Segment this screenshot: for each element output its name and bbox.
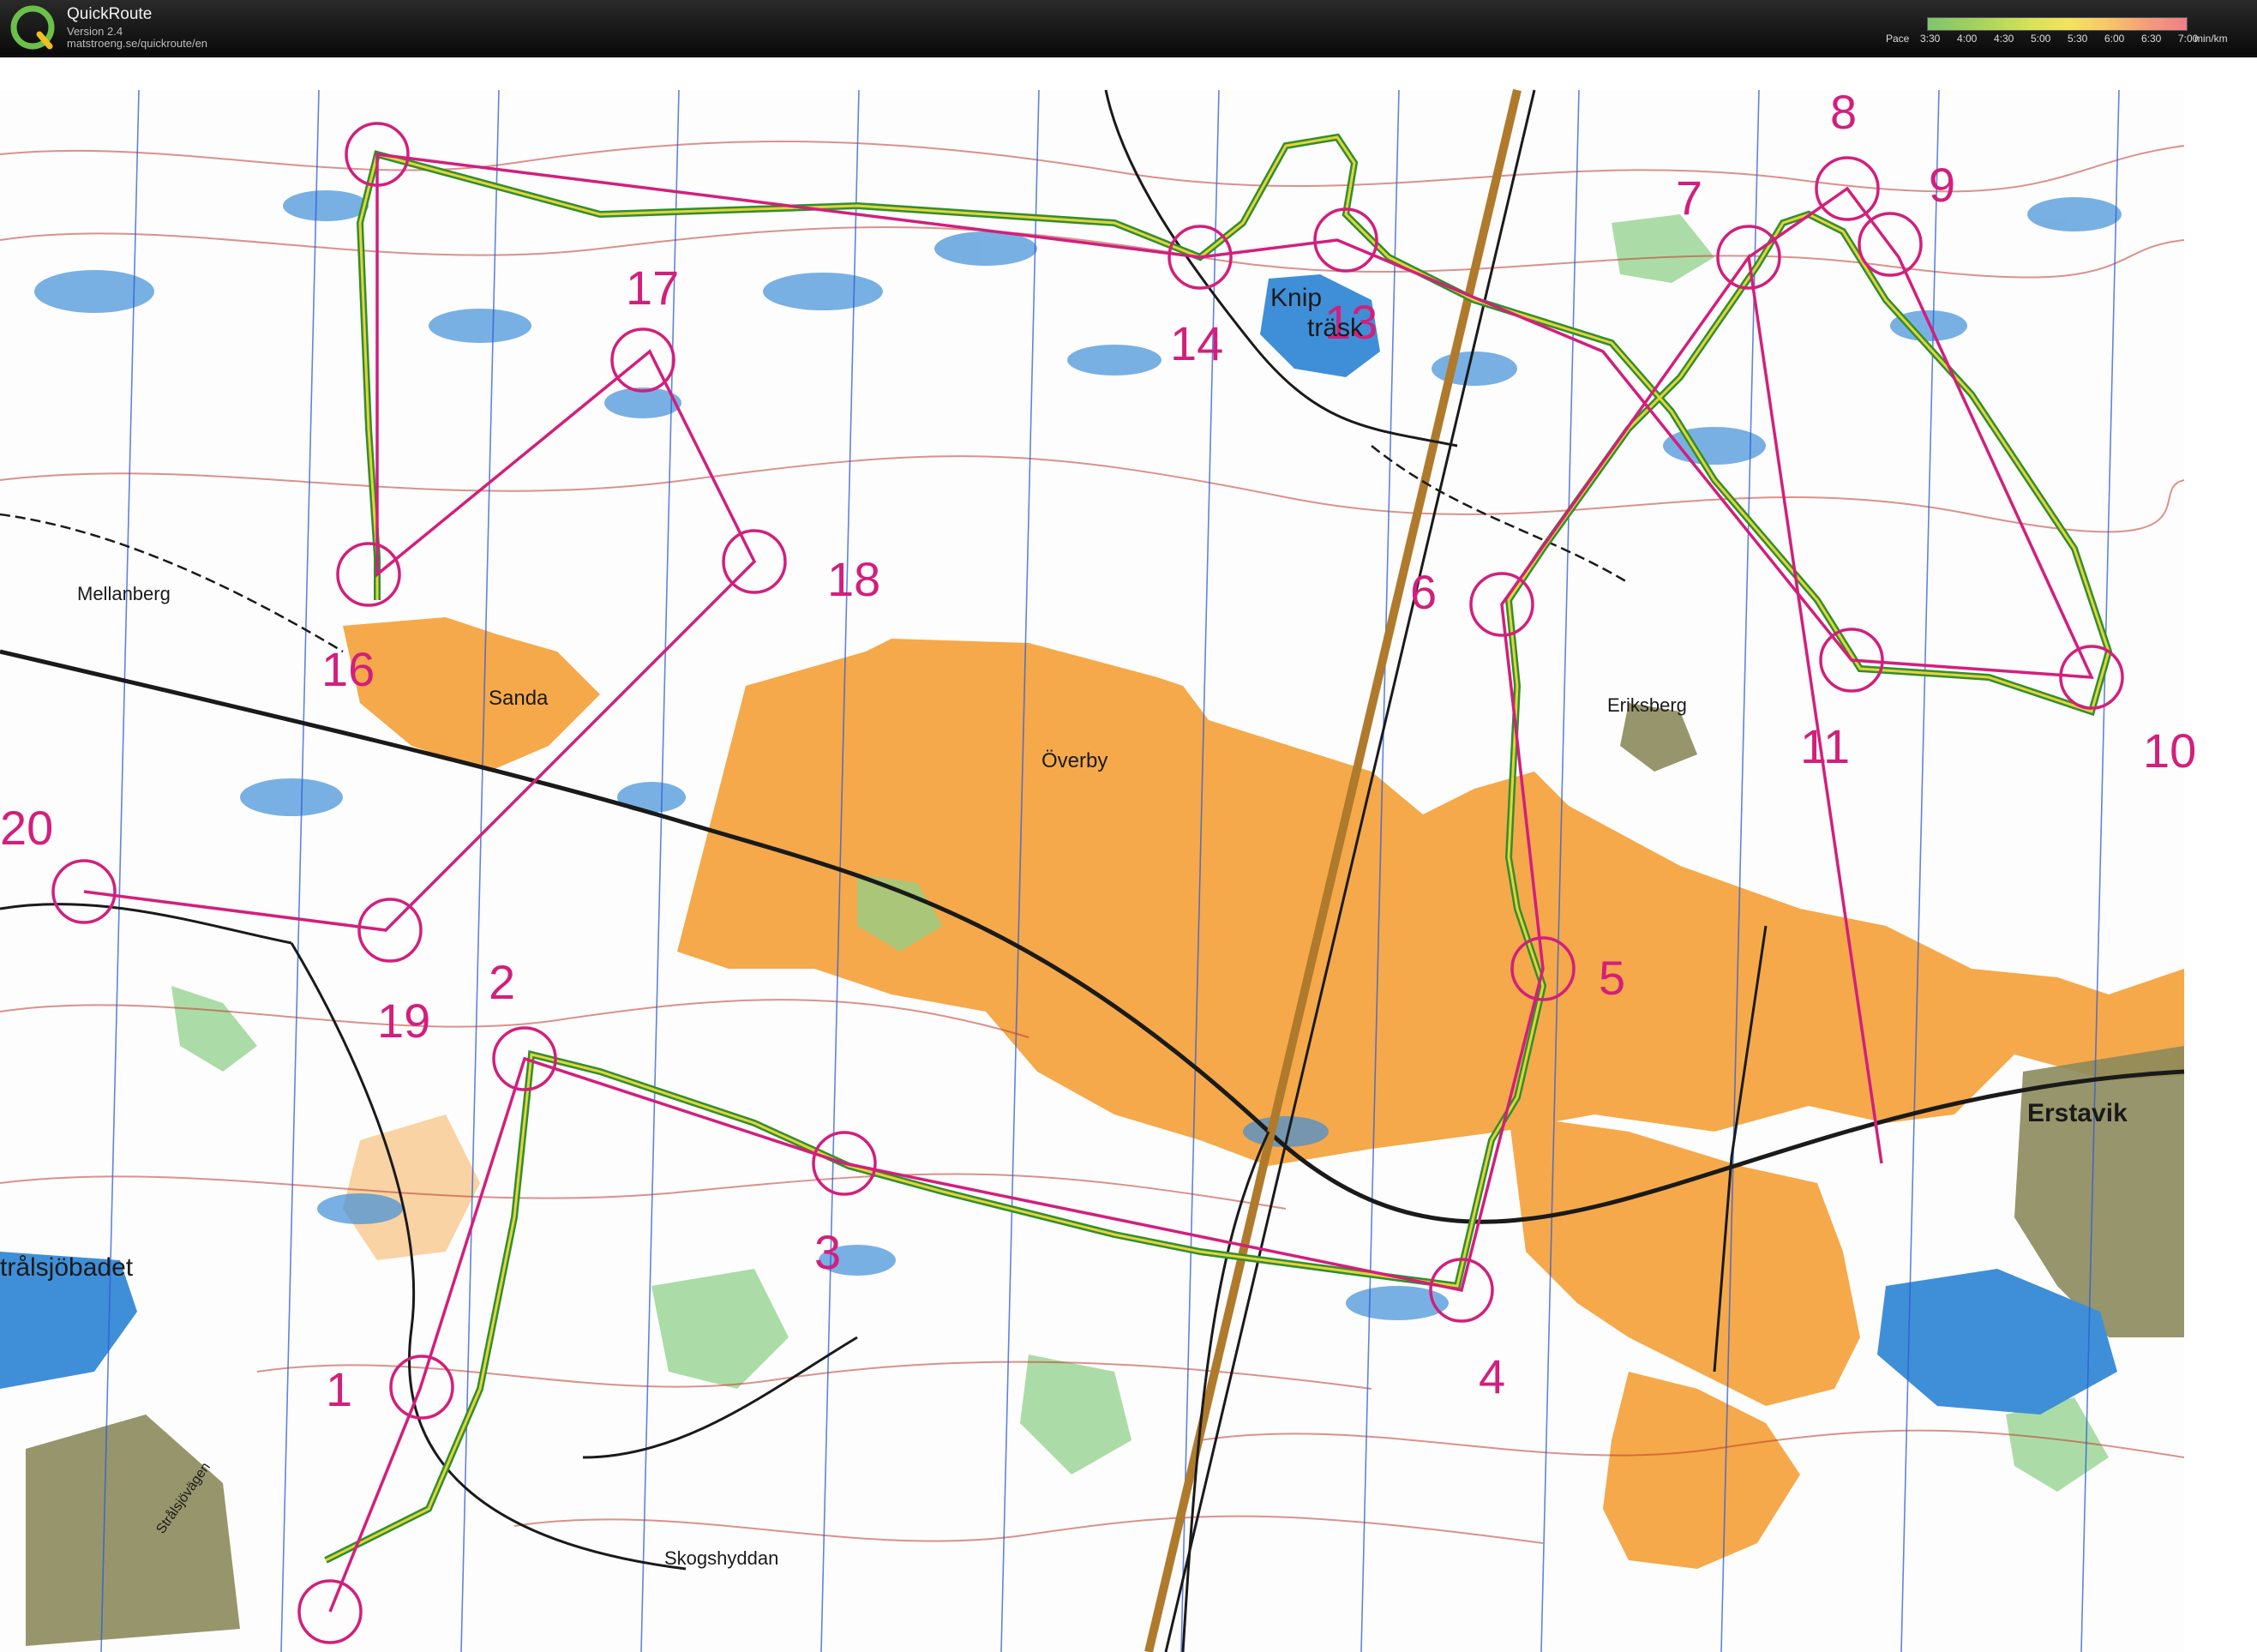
place-erstavik: Erstavik [2027,1099,2128,1127]
pace-tick: 3:30 [1920,33,1941,45]
place-skogshyddan: Skogshyddan [664,1547,778,1569]
pace-tick: 6:00 [2104,33,2125,45]
place-eriksberg: Eriksberg [1607,694,1687,716]
control-number: 11 [1800,719,1850,773]
control-number: 4 [1479,1349,1505,1403]
app-version: Version 2.4 [67,25,123,38]
app-title: QuickRoute [67,5,153,23]
place-sanda: Sanda [489,687,549,710]
orienteering-map[interactable]: 1 2 3 4 5 6 7 8 9 10 11 13 14 16 17 18 1… [0,57,2257,1652]
control-number: 1 [326,1362,352,1416]
pace-tick: 4:00 [1957,33,1978,45]
pace-color-bar [1927,17,2188,31]
pace-tick: 6:30 [2141,33,2162,45]
place-knip: Knip [1270,284,1322,312]
pace-unit: min/km [2194,33,2228,45]
quickroute-logo-icon [10,5,55,50]
place-mellanberg: Mellanberg [77,583,171,604]
control-number: 18 [827,552,880,606]
app-url[interactable]: matstroeng.se/quickroute/en [67,37,207,50]
control-number: 14 [1170,316,1223,370]
control-number: 9 [1929,158,1955,212]
control-number: 8 [1830,85,1857,139]
pace-legend: Pace 3:30 4:00 4:30 5:00 5:30 6:00 6:30 … [1886,15,2254,50]
place-overby: Överby [1041,749,1107,772]
control-number: 20 [0,801,53,855]
pace-tick: 5:00 [2031,33,2051,45]
title-bar: QuickRoute Version 2.4 matstroeng.se/qui… [0,0,2257,57]
place-trask: träsk [1307,314,1364,342]
place-stralsjobadet: trålsjöbadet [0,1253,134,1282]
control-number: 16 [321,642,375,696]
control-number: 2 [489,955,515,1009]
control-number: 10 [2143,724,2196,778]
pace-tick: 5:30 [2068,33,2088,45]
control-number: 17 [626,261,679,315]
control-number: 3 [814,1225,841,1279]
control-number: 6 [1410,565,1437,619]
pace-label: Pace [1886,33,1910,45]
map-canvas[interactable]: 1 2 3 4 5 6 7 8 9 10 11 13 14 16 17 18 1… [0,57,2257,1652]
pace-tick: 4:30 [1994,33,2014,45]
control-number: 7 [1676,171,1702,225]
control-number: 19 [377,994,430,1048]
control-number: 5 [1599,951,1625,1005]
